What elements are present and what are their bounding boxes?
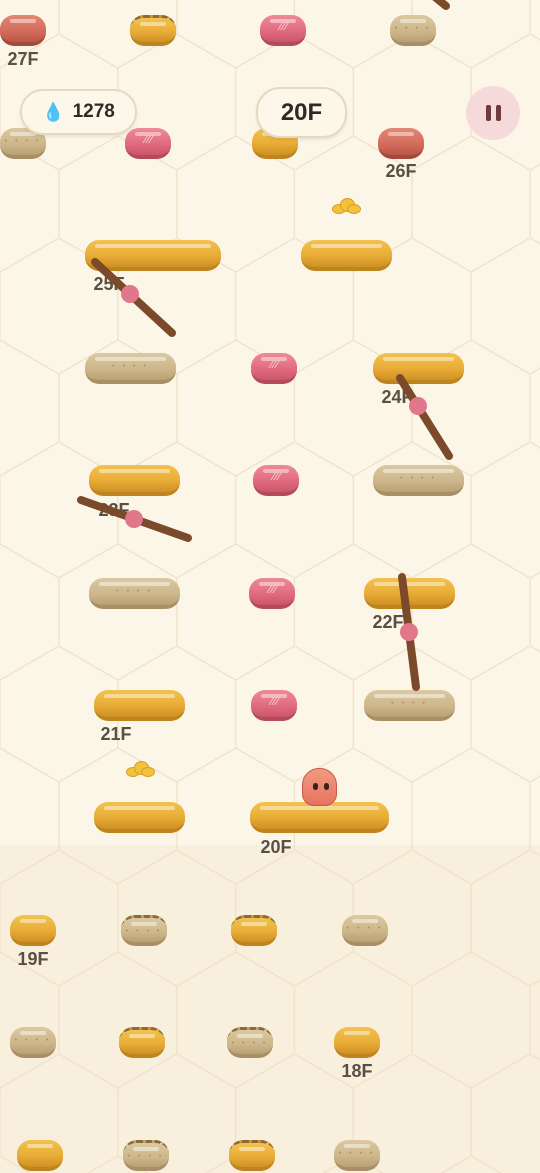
floor-label-23f: 23F: [98, 500, 130, 520]
platform-pink: [249, 578, 295, 609]
coin-icon[interactable]: [332, 198, 361, 214]
player-eye-right: [324, 783, 329, 790]
floor-label-18f: 18F: [341, 1061, 373, 1081]
platform-gold: [364, 578, 455, 609]
platform-crumbling-sand: [227, 1027, 273, 1058]
platform-gold-wide: [85, 240, 221, 271]
platform-gold: [94, 802, 185, 833]
platform-crumbling-sand: [123, 1140, 169, 1171]
platform-crumbling-gold: [130, 15, 176, 46]
floor-label-21f: 21F: [100, 724, 132, 744]
platform-gold: [10, 915, 56, 946]
platform-gold: [94, 690, 185, 721]
pause-icon: [485, 105, 491, 121]
platform-sand: [390, 15, 436, 46]
platform-pink: [125, 128, 171, 159]
platform-red: [0, 15, 46, 46]
platform-pink: [251, 353, 297, 384]
platform-pink: [260, 15, 306, 46]
lever-bar: [432, 0, 450, 10]
platform-sand: [364, 690, 455, 721]
platform-crumbling-gold: [229, 1140, 275, 1171]
floor-label-27f: 27F: [7, 49, 39, 69]
lever-bar-25f: [91, 258, 176, 337]
platform-pink: [251, 690, 297, 721]
floor-label-24f: 24F: [381, 387, 413, 407]
platform-red: [378, 128, 424, 159]
floor-label-20f: 20F: [260, 837, 292, 857]
platform-sand: [85, 353, 176, 384]
platform-gold: [301, 240, 392, 271]
platform-crumbling-gold: [231, 915, 277, 946]
platform-sand: [373, 465, 464, 496]
platform-gold: [373, 353, 464, 384]
platform-sand: [89, 578, 180, 609]
platform-sand: [10, 1027, 56, 1058]
platform-crumbling-sand: [121, 915, 167, 946]
coin-counter: 💧 1278: [20, 89, 137, 135]
floor-label-25f: 25F: [93, 274, 125, 294]
platform-sand: [334, 1140, 380, 1171]
floor-label-26f: 26F: [385, 161, 417, 181]
platform-pink: [253, 465, 299, 496]
tower-world: 27F 26F 25F 24F 23F 22F: [0, 0, 540, 1173]
player-blob-icon[interactable]: [302, 768, 337, 806]
drop-coin-icon: 💧: [42, 101, 65, 122]
platform-sand: [342, 915, 388, 946]
current-floor-indicator: 20F: [256, 87, 347, 138]
platform-crumbling-gold: [119, 1027, 165, 1058]
pause-button[interactable]: [466, 86, 520, 140]
coin-count: 1278: [72, 101, 115, 122]
game-board[interactable]: 27F 26F 25F 24F 23F 22F: [0, 0, 540, 1173]
platform-gold-current: [250, 802, 389, 833]
platform-gold: [334, 1027, 380, 1058]
floor-label-19f: 19F: [17, 949, 49, 969]
floor-label-22f: 22F: [372, 612, 404, 632]
platform-gold: [17, 1140, 63, 1171]
coin-icon[interactable]: [126, 761, 155, 777]
player-eye-left: [313, 783, 318, 790]
platform-gold: [89, 465, 180, 496]
